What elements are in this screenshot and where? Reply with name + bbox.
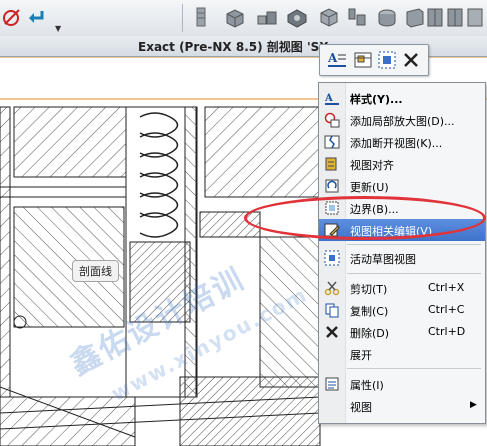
break-view-icon: [324, 135, 340, 149]
sheet-icon[interactable]: [464, 6, 486, 28]
no-symbol-icon[interactable]: [2, 6, 24, 28]
update-icon: [325, 179, 339, 193]
bracket-icon[interactable]: [194, 6, 208, 28]
context-menu: A 样式(Y)... 添加局部放大图(D)... 添加断开视图(K)... 视图…: [318, 82, 486, 424]
menu-item-properties[interactable]: 属性(I): [319, 373, 485, 395]
svg-text:A: A: [324, 93, 333, 104]
menu-item-label: 剪切(T): [350, 283, 388, 296]
menu-item-label: 添加局部放大图(D)...: [350, 115, 455, 128]
menu-item-view-submenu[interactable]: 视图 ▶: [319, 395, 485, 417]
menu-item-shortcut: Ctrl+X: [428, 281, 465, 294]
detail-view-icon: [324, 112, 340, 128]
active-sketch-icon[interactable]: [376, 49, 398, 71]
window-title: Exact (Pre-NX 8.5) 剖视图 'SX: [138, 40, 329, 54]
menu-item-shortcut: Ctrl+D: [428, 325, 466, 338]
boundary-icon: [325, 201, 339, 215]
menu-item-add-detail-view[interactable]: 添加局部放大图(D)...: [319, 109, 485, 131]
menu-item-add-break-view[interactable]: 添加断开视图(K)...: [319, 131, 485, 153]
menu-item-label: 边界(B)...: [350, 203, 399, 216]
menu-item-label: 添加断开视图(K)...: [350, 137, 443, 150]
active-sketch-icon: [324, 250, 340, 266]
menu-item-label: 属性(I): [350, 379, 384, 392]
close-icon[interactable]: [400, 49, 422, 71]
menu-item-label: 视图对齐: [350, 159, 394, 172]
menu-item-cut[interactable]: 剪切(T) Ctrl+X: [319, 277, 485, 299]
delete-icon: [326, 326, 338, 338]
menu-separator: [347, 368, 481, 369]
main-toolbar: ▼: [0, 0, 487, 37]
menu-item-expand[interactable]: 展开: [319, 343, 485, 365]
menu-item-label: 删除(D): [350, 327, 390, 340]
menu-item-label: 活动草图视图: [350, 253, 416, 266]
hover-tooltip: 剖面线: [72, 260, 119, 282]
enter-arrow-icon[interactable]: [26, 6, 48, 28]
add-view-icon[interactable]: [352, 49, 374, 71]
cube-icon[interactable]: [318, 6, 340, 28]
copy-icon: [325, 303, 339, 318]
tube-icon[interactable]: [376, 6, 398, 28]
menu-item-label: 复制(C): [350, 305, 389, 318]
menu-item-label: 展开: [350, 349, 372, 362]
menu-item-delete[interactable]: 删除(D) Ctrl+D: [319, 321, 485, 343]
menu-separator: [347, 273, 481, 274]
menu-item-style[interactable]: A 样式(Y)...: [319, 87, 485, 109]
dropdown-arrow-icon[interactable]: ▼: [55, 24, 61, 33]
properties-icon: [325, 377, 339, 391]
menu-item-copy[interactable]: 复制(C) Ctrl+C: [319, 299, 485, 321]
menu-item-active-sketch-view[interactable]: 活动草图视图: [319, 247, 485, 269]
toolbar-separator: [182, 4, 183, 32]
menu-item-label: 样式(Y)...: [350, 93, 403, 106]
box-icon[interactable]: [404, 6, 426, 28]
scissors-icon: [324, 281, 340, 296]
menu-item-label: 更新(U): [350, 181, 389, 194]
assembly-icon[interactable]: [256, 6, 278, 28]
view-edit-icon: [324, 223, 340, 237]
menu-item-label: 视图相关编辑(V)...: [350, 225, 443, 238]
svg-text:A: A: [327, 51, 338, 65]
block-icon[interactable]: [224, 6, 246, 28]
menu-item-shortcut: Ctrl+C: [428, 303, 465, 316]
book-icon[interactable]: [424, 6, 446, 28]
align-icon: [325, 157, 337, 171]
style-icon[interactable]: A: [326, 49, 348, 71]
menu-item-boundary[interactable]: 边界(B)...: [319, 197, 485, 219]
menu-item-view-align[interactable]: 视图对齐: [319, 153, 485, 175]
menu-item-view-dependent-edit[interactable]: 视图相关编辑(V)...: [319, 219, 485, 241]
menu-separator: [347, 244, 481, 245]
flange-icon[interactable]: [346, 6, 368, 28]
mini-toolbar: A: [319, 44, 429, 76]
submenu-arrow-icon: ▶: [470, 400, 477, 410]
style-icon: A: [324, 93, 339, 105]
menu-item-label: 视图: [350, 401, 372, 414]
menu-item-update[interactable]: 更新(U): [319, 175, 485, 197]
book-icon[interactable]: [444, 6, 466, 28]
chamfer-icon[interactable]: [286, 6, 308, 28]
